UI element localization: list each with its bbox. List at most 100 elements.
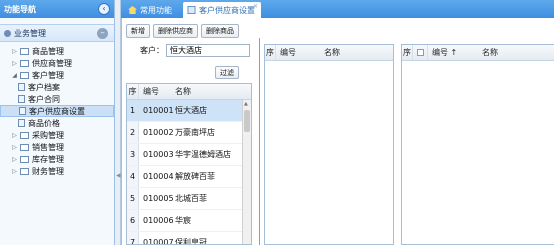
vertical-scrollbar[interactable]: ▲ bbox=[242, 100, 251, 244]
tree-item-product-prices[interactable]: 商品价格 bbox=[0, 117, 114, 129]
table-row[interactable]: 6 010006 华宸 bbox=[127, 210, 251, 232]
checkbox-icon[interactable] bbox=[416, 49, 424, 56]
row-code: 010005 bbox=[143, 194, 174, 203]
folder-open-icon bbox=[20, 71, 29, 79]
tree-item-label: 供应商管理 bbox=[32, 58, 72, 68]
col-index: 序 bbox=[402, 45, 413, 60]
tree-item-label: 采购管理 bbox=[32, 130, 64, 140]
table-row[interactable]: 2 010002 万豪南坪店 bbox=[127, 122, 251, 144]
folder-icon bbox=[20, 143, 29, 151]
expand-icon[interactable]: ▷ bbox=[11, 60, 18, 67]
section-icon bbox=[4, 29, 11, 37]
tree-item-customer-files[interactable]: 客户档案 bbox=[0, 81, 114, 93]
tree-item-finance[interactable]: ▷ 财务管理 bbox=[0, 165, 114, 177]
sidebar-section-business[interactable]: 业务管理 – bbox=[0, 24, 114, 42]
collapse-icon[interactable]: ◢ bbox=[11, 72, 18, 79]
grid-header: 序 编号 名称 bbox=[265, 45, 393, 61]
row-name: 解放碑百菲 bbox=[175, 172, 215, 181]
tree-item-customers[interactable]: ◢ 客户管理 bbox=[0, 69, 114, 81]
col-name[interactable]: 名称 bbox=[320, 47, 393, 58]
col-code[interactable]: 编号 ↑ bbox=[428, 47, 478, 58]
tree-item-label: 财务管理 bbox=[32, 166, 64, 176]
delete-product-button[interactable]: 删除商品 bbox=[201, 24, 239, 38]
row-name: 保利皇冠 bbox=[175, 238, 207, 245]
add-button[interactable]: 新增 bbox=[126, 24, 150, 38]
table-row[interactable]: 4 010004 解放碑百菲 bbox=[127, 166, 251, 188]
table-row[interactable]: 7 010007 保利皇冠 bbox=[127, 232, 251, 245]
row-code: 010007 bbox=[143, 238, 174, 245]
folder-icon bbox=[20, 131, 29, 139]
tree-item-label: 客户档案 bbox=[28, 82, 60, 92]
expand-icon[interactable]: ▷ bbox=[11, 144, 18, 151]
delete-supplier-button[interactable]: 删除供应商 bbox=[153, 24, 198, 38]
collapse-section-icon[interactable]: – bbox=[97, 28, 108, 39]
collapse-sidebar-icon[interactable]: ‹ bbox=[98, 3, 110, 15]
tab-label: 客户供应商设置 bbox=[199, 5, 255, 15]
customer-grid: 序 编号 名称 1 010001 恒大酒店 2 010002 万豪南坪店 3 0… bbox=[126, 83, 252, 245]
filter-button[interactable]: 过滤 bbox=[215, 66, 239, 79]
sidebar-title: 功能导航 bbox=[4, 4, 36, 14]
tree-item-label: 销售管理 bbox=[32, 142, 64, 152]
scroll-up-icon[interactable]: ▲ bbox=[244, 101, 248, 107]
row-code: 010004 bbox=[143, 172, 174, 181]
row-index: 5 bbox=[127, 188, 139, 209]
document-icon bbox=[19, 107, 26, 115]
row-name: 恒大酒店 bbox=[175, 106, 207, 115]
col-code[interactable]: 编号 bbox=[276, 47, 320, 58]
tree-item-customer-supplier-settings[interactable]: 客户供应商设置 bbox=[0, 105, 114, 117]
expand-icon[interactable]: ▷ bbox=[11, 156, 18, 163]
row-code: 010001 bbox=[143, 106, 174, 115]
tree-item-sales[interactable]: ▷ 销售管理 bbox=[0, 141, 114, 153]
select-all-checkbox[interactable] bbox=[413, 45, 428, 60]
row-index: 1 bbox=[127, 100, 139, 121]
table-row[interactable]: 5 010005 北城百菲 bbox=[127, 188, 251, 210]
table-row[interactable]: 3 010003 华宇温德姆酒店 bbox=[127, 144, 251, 166]
folder-icon bbox=[20, 155, 29, 163]
row-name: 华宸 bbox=[175, 216, 191, 225]
tree-item-purchasing[interactable]: ▷ 采购管理 bbox=[0, 129, 114, 141]
tree-item-label: 客户合同 bbox=[28, 94, 60, 104]
col-name[interactable]: 名称 bbox=[478, 47, 554, 58]
tree-item-products[interactable]: ▷ 商品管理 bbox=[0, 45, 114, 57]
folder-icon bbox=[20, 47, 29, 55]
table-row[interactable]: 1 010001 恒大酒店 bbox=[127, 100, 251, 122]
col-code[interactable]: 编号 bbox=[139, 86, 171, 97]
row-code: 010003 bbox=[143, 150, 174, 159]
tab-label: 常用功能 bbox=[140, 5, 172, 15]
scrollbar-thumb[interactable] bbox=[244, 110, 250, 132]
grid-header: 序 编号 ↑ 名称 bbox=[402, 45, 554, 61]
nav-tree: ▷ 商品管理 ▷ 供应商管理 ◢ 客户管理 客户档案 客户合同 客户供应商设置 bbox=[0, 42, 114, 177]
tab-bar: 常用功能 客户供应商设置 ✕ bbox=[121, 0, 554, 18]
row-index: 7 bbox=[127, 232, 139, 244]
tree-item-label: 客户管理 bbox=[32, 70, 64, 80]
main-panel: 新增 删除供应商 删除商品 客户： 过滤 序 编号 名称 1 010001 恒大… bbox=[121, 18, 554, 245]
document-icon bbox=[18, 83, 25, 91]
grid-header: 序 编号 名称 bbox=[127, 84, 251, 100]
col-name[interactable]: 名称 bbox=[171, 86, 251, 97]
row-index: 4 bbox=[127, 166, 139, 187]
sidebar-header: 功能导航 ‹ bbox=[0, 0, 114, 18]
tab-common-functions[interactable]: 常用功能 bbox=[124, 2, 181, 18]
tree-item-customer-contracts[interactable]: 客户合同 bbox=[0, 93, 114, 105]
expand-icon[interactable]: ▷ bbox=[11, 132, 18, 139]
tab-customer-supplier-settings[interactable]: 客户供应商设置 ✕ bbox=[183, 2, 261, 18]
tree-item-inventory[interactable]: ▷ 库存管理 bbox=[0, 153, 114, 165]
row-index: 2 bbox=[127, 122, 139, 143]
document-icon bbox=[18, 119, 25, 127]
close-tab-icon[interactable]: ✕ bbox=[253, 3, 258, 10]
collapse-arrow-icon[interactable]: ◀ bbox=[116, 172, 121, 179]
customer-filter-row: 客户： bbox=[122, 44, 256, 57]
sidebar: 功能导航 ‹ 业务管理 – ▷ 商品管理 ▷ 供应商管理 ◢ 客户管理 客户档案… bbox=[0, 0, 115, 245]
document-icon bbox=[18, 95, 25, 103]
row-index: 3 bbox=[127, 144, 139, 165]
row-name: 万豪南坪店 bbox=[175, 128, 215, 137]
row-code: 010006 bbox=[143, 216, 174, 225]
customer-input[interactable] bbox=[166, 44, 250, 57]
product-grid: 序 编号 ↑ 名称 bbox=[401, 44, 554, 245]
expand-icon[interactable]: ▷ bbox=[11, 48, 18, 55]
folder-icon bbox=[20, 59, 29, 67]
expand-icon[interactable]: ▷ bbox=[11, 168, 18, 175]
tree-item-label: 库存管理 bbox=[32, 154, 64, 164]
tree-item-suppliers[interactable]: ▷ 供应商管理 bbox=[0, 57, 114, 69]
tree-item-label: 客户供应商设置 bbox=[29, 106, 85, 116]
